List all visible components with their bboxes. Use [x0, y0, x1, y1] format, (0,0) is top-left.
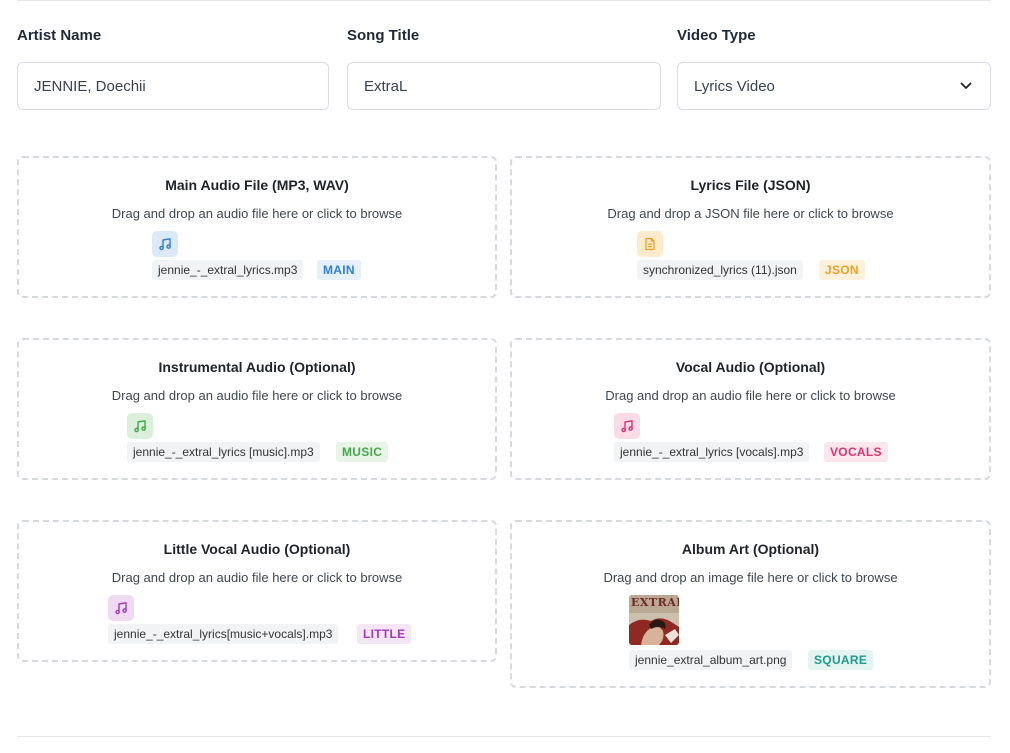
artist-name-value: JENNIE, Doechii: [34, 77, 146, 95]
vocal-audio-filename: jennie_-_extral_lyrics [vocals].mp3: [614, 442, 810, 462]
video-type-value: Lyrics Video: [694, 77, 775, 95]
lyrics-file-badge: JSON: [819, 260, 865, 280]
lyrics-file-title: Lyrics File (JSON): [690, 177, 811, 193]
lyrics-file-filename: synchronized_lyrics (11).json: [637, 260, 803, 280]
vocal-audio-title: Vocal Audio (Optional): [675, 359, 826, 375]
album-art-title: Album Art (Optional): [681, 541, 820, 557]
vocal-audio-hint: Drag and drop an audio file here or clic…: [605, 388, 896, 403]
little-vocal-audio-filename: jennie_-_extral_lyrics[music+vocals].mp3: [108, 624, 339, 644]
music-note-icon: [614, 413, 640, 439]
album-art-filename: jennie_extral_album_art.png: [629, 650, 793, 670]
little-vocal-audio-title: Little Vocal Audio (Optional): [163, 541, 351, 557]
music-note-icon: [127, 413, 153, 439]
instrumental-audio-filename: jennie_-_extral_lyrics [music].mp3: [127, 442, 320, 462]
instrumental-audio-title: Instrumental Audio (Optional): [158, 359, 356, 375]
bottom-divider: [17, 736, 991, 737]
album-art-hint: Drag and drop an image file here or clic…: [603, 570, 898, 585]
main-audio-badge: MAIN: [317, 260, 361, 280]
vocal-audio-badge: VOCALS: [824, 442, 888, 462]
song-title-input[interactable]: ExtraL: [347, 62, 661, 110]
main-audio-title: Main Audio File (MP3, WAV): [165, 177, 349, 193]
artist-name-label: Artist Name: [17, 27, 102, 44]
artist-name-input[interactable]: JENNIE, Doechii: [17, 62, 329, 110]
instrumental-audio-dropzone[interactable]: Instrumental Audio (Optional) Drag and d…: [17, 338, 497, 480]
lyrics-file-hint: Drag and drop a JSON file here or click …: [607, 206, 894, 221]
lyrics-file-dropzone[interactable]: Lyrics File (JSON) Drag and drop a JSON …: [510, 156, 991, 298]
video-type-select[interactable]: Lyrics Video: [677, 62, 991, 110]
album-art-thumbnail: EXTRAL: [629, 595, 679, 645]
document-icon: [637, 231, 663, 257]
vocal-audio-dropzone[interactable]: Vocal Audio (Optional) Drag and drop an …: [510, 338, 991, 480]
main-audio-hint: Drag and drop an audio file here or clic…: [111, 206, 403, 221]
main-audio-dropzone[interactable]: Main Audio File (MP3, WAV) Drag and drop…: [17, 156, 497, 298]
little-vocal-audio-dropzone[interactable]: Little Vocal Audio (Optional) Drag and d…: [17, 520, 497, 662]
album-art-dropzone[interactable]: Album Art (Optional) Drag and drop an im…: [510, 520, 991, 688]
music-note-icon: [152, 231, 178, 257]
chevron-down-icon: [958, 78, 974, 94]
little-vocal-audio-badge: LITTLE: [357, 624, 412, 644]
song-title-value: ExtraL: [364, 77, 408, 95]
instrumental-audio-badge: MUSIC: [336, 442, 389, 462]
album-art-badge: SQUARE: [808, 650, 874, 670]
video-type-label: Video Type: [677, 27, 756, 44]
instrumental-audio-hint: Drag and drop an audio file here or clic…: [111, 388, 403, 403]
main-audio-filename: jennie_-_extral_lyrics.mp3: [152, 260, 304, 280]
top-divider: [17, 0, 991, 1]
song-title-label: Song Title: [347, 27, 420, 44]
album-art-thumb-text: EXTRAL: [631, 596, 679, 609]
music-note-icon: [108, 595, 134, 621]
little-vocal-audio-hint: Drag and drop an audio file here or clic…: [111, 570, 403, 585]
